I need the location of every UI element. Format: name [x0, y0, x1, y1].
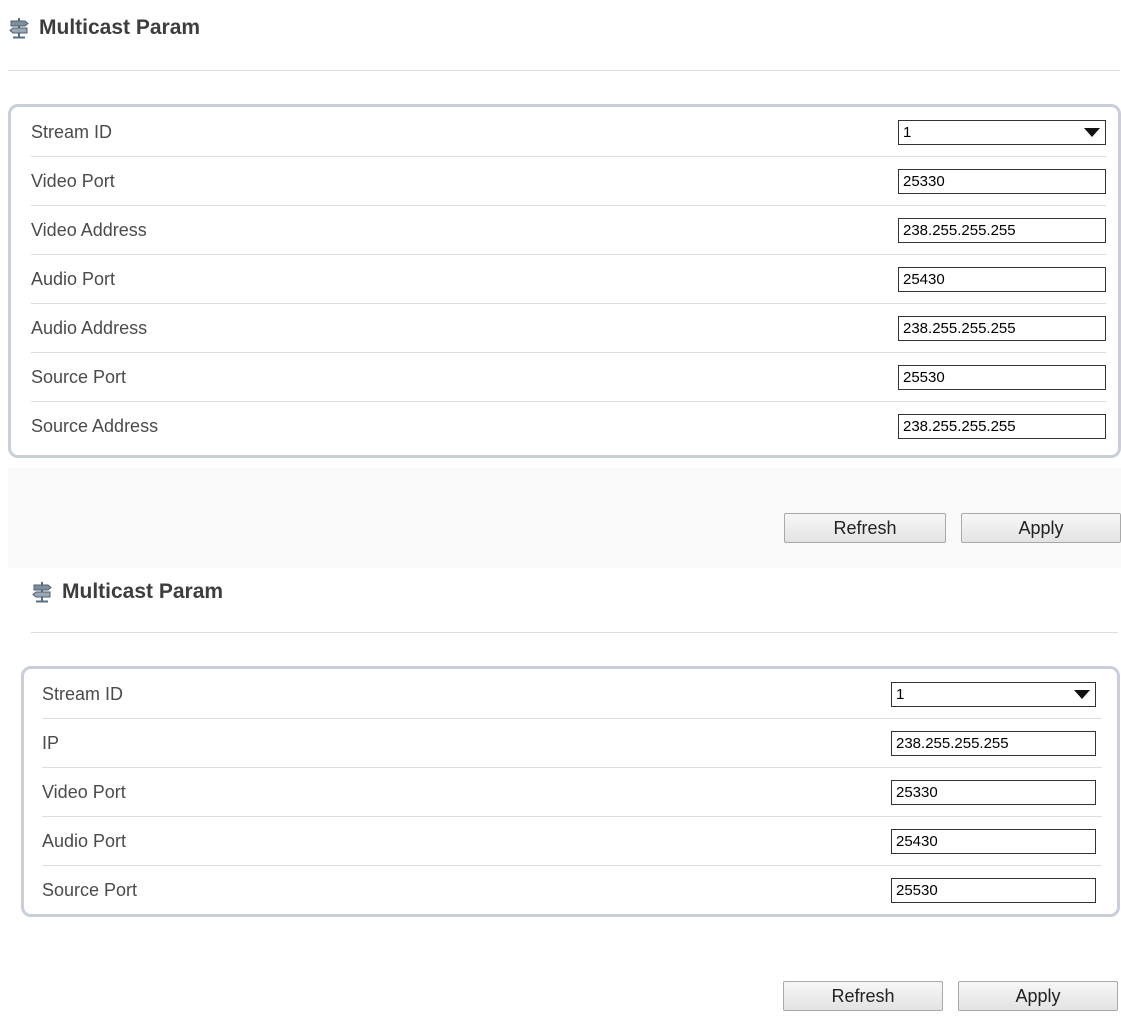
section-header: Multicast Param [8, 16, 200, 40]
settings-panel: Stream ID 1 IP Video Port Audio Port Sou… [21, 666, 1120, 917]
header-divider [31, 632, 1118, 633]
field-label: Video Port [42, 782, 126, 802]
video-port-input[interactable] [891, 780, 1096, 805]
chevron-down-icon [1074, 690, 1090, 699]
field-label: Audio Port [42, 831, 127, 851]
ip-input[interactable] [891, 731, 1096, 756]
field-label: Stream ID [31, 122, 113, 142]
field-label: Stream ID [42, 684, 124, 704]
apply-button[interactable]: Apply [958, 981, 1118, 1011]
refresh-button[interactable]: Refresh [783, 981, 943, 1011]
form-row-video-port: Video Port [31, 157, 1106, 206]
field-label: Source Port [31, 367, 127, 387]
form-row-source-address: Source Address [31, 402, 1106, 451]
form-row-audio-address: Audio Address [31, 304, 1106, 353]
field-label: Source Address [31, 416, 159, 436]
form-row-video-address: Video Address [31, 206, 1106, 255]
signpost-icon [31, 581, 53, 603]
signpost-icon [8, 17, 30, 39]
form-row-stream-id: Stream ID 1 [31, 108, 1106, 157]
stream-id-select[interactable]: 1 [898, 120, 1106, 145]
header-divider [8, 70, 1120, 71]
source-address-input[interactable] [898, 414, 1106, 439]
chevron-down-icon [1084, 128, 1100, 137]
stream-id-select[interactable]: 1 [891, 682, 1096, 707]
apply-button[interactable]: Apply [961, 513, 1121, 543]
form-row-stream-id: Stream ID 1 [42, 670, 1102, 719]
field-label: Video Port [31, 171, 115, 191]
audio-address-input[interactable] [898, 316, 1106, 341]
footer-band [8, 468, 1121, 568]
field-label: Video Address [31, 220, 147, 240]
section-header: Multicast Param [31, 580, 223, 604]
page-title: Multicast Param [62, 580, 224, 603]
multicast-param-section-1: Multicast Param Stream ID 1 Video Port V… [0, 0, 1121, 568]
field-label: Audio Port [31, 269, 116, 289]
source-port-input[interactable] [891, 878, 1096, 903]
page-title: Multicast Param [39, 16, 201, 39]
refresh-button[interactable]: Refresh [784, 513, 946, 543]
form-row-audio-port: Audio Port [42, 817, 1102, 866]
form-row-source-port: Source Port [31, 353, 1106, 402]
form-row-source-port: Source Port [42, 866, 1102, 915]
field-label: Source Port [42, 880, 138, 900]
field-label: IP [42, 733, 60, 753]
form-row-ip: IP [42, 719, 1102, 768]
video-address-input[interactable] [898, 218, 1106, 243]
form-row-video-port: Video Port [42, 768, 1102, 817]
audio-port-input[interactable] [891, 829, 1096, 854]
audio-port-input[interactable] [898, 267, 1106, 292]
select-value: 1 [903, 124, 912, 141]
source-port-input[interactable] [898, 365, 1106, 390]
multicast-param-section-2: Multicast Param Stream ID 1 IP Video Por… [0, 568, 1121, 1016]
form-row-audio-port: Audio Port [31, 255, 1106, 304]
video-port-input[interactable] [898, 169, 1106, 194]
select-value: 1 [896, 686, 905, 703]
field-label: Audio Address [31, 318, 148, 338]
settings-panel: Stream ID 1 Video Port Video Address Aud… [8, 104, 1121, 458]
